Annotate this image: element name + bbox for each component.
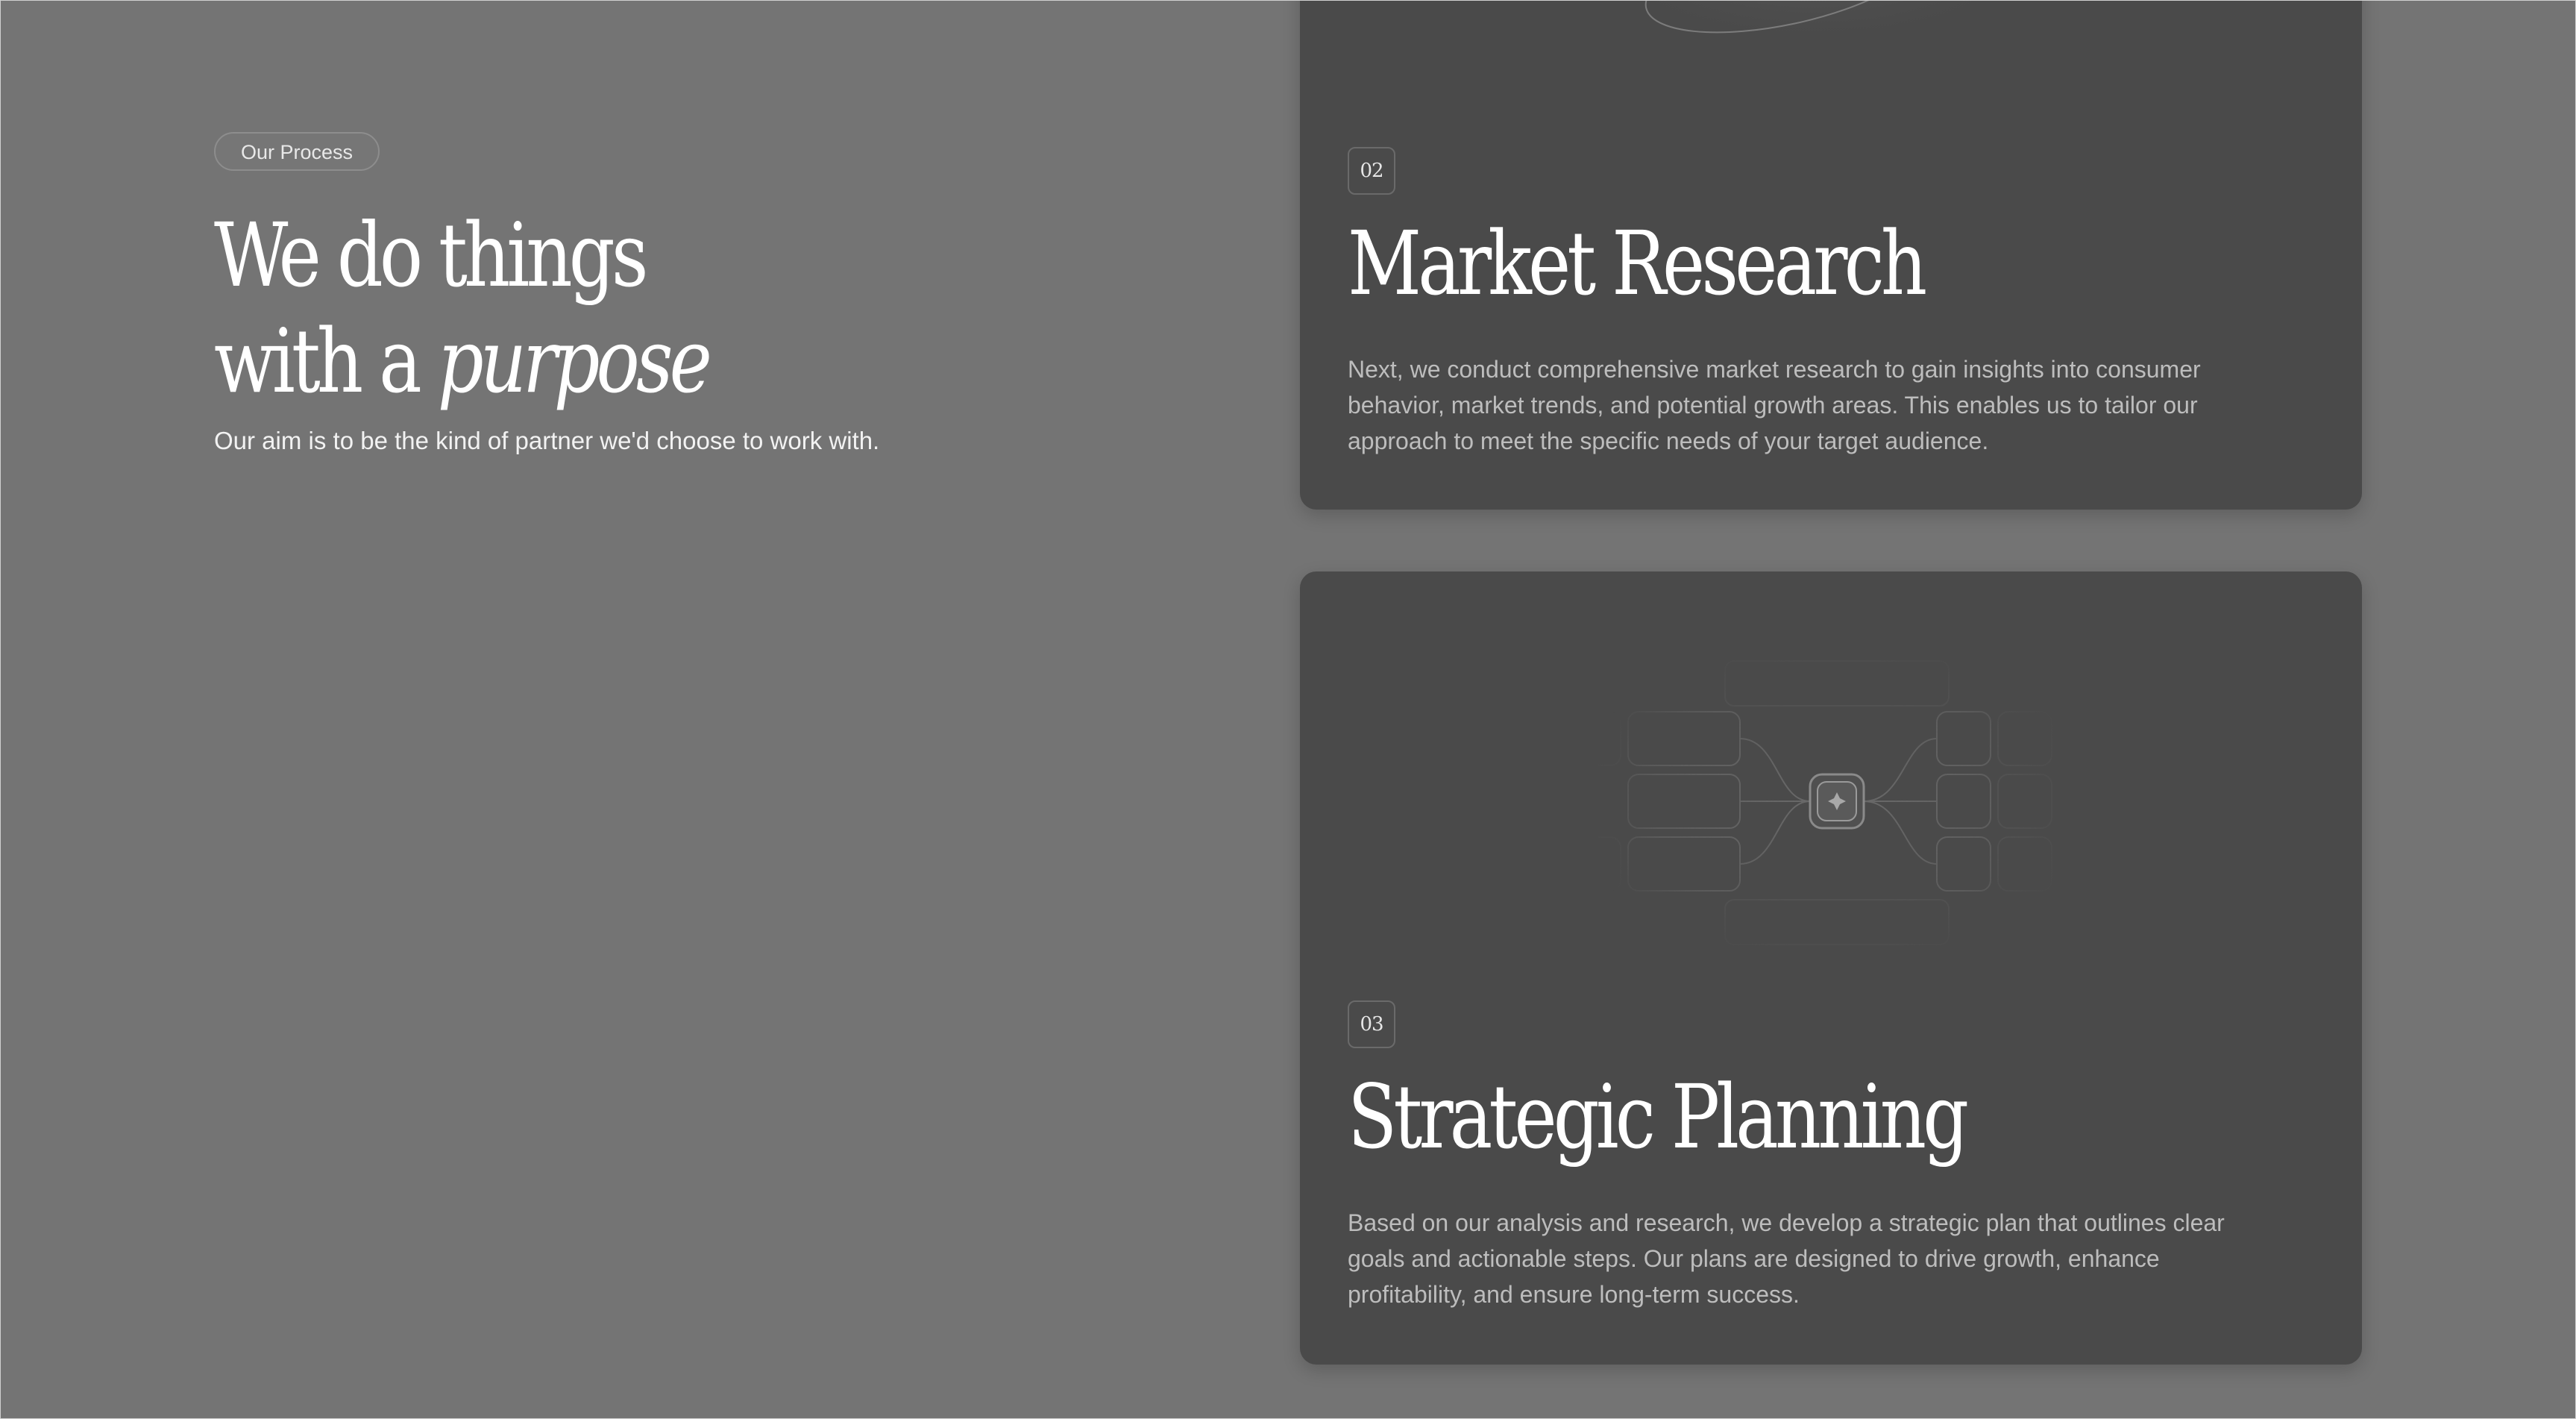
headline-line-2-prefix: with a	[214, 310, 438, 413]
process-section: Our Process We do things with a purpose …	[0, 0, 2576, 1419]
card-description: Based on our analysis and research, we d…	[1348, 1209, 2225, 1308]
card-title: Market Research	[1348, 212, 1927, 315]
orbit-illustration-icon	[1621, 1, 2008, 60]
section-badge: Our Process	[214, 132, 380, 171]
step-number-badge: 03	[1348, 1000, 1395, 1048]
headline-emphasis: purpose	[437, 310, 712, 413]
section-lead: Our aim is to be the kind of partner we'…	[214, 427, 880, 454]
process-card-strategic-planning: 03 Strategic Planning Based on our analy…	[1300, 571, 2362, 1365]
card-content: 02 Market Research Next, we conduct comp…	[1348, 147, 2228, 459]
card-title: Strategic Planning	[1348, 1065, 1969, 1168]
headline-line-1: We do things	[214, 204, 648, 307]
process-card-market-research: 02 Market Research Next, we conduct comp…	[1300, 1, 2362, 510]
process-intro: Our Process We do things with a purpose …	[214, 132, 1184, 457]
step-number-badge: 02	[1348, 147, 1395, 195]
card-description: Next, we conduct comprehensive market re…	[1348, 356, 2201, 454]
card-content: 03 Strategic Planning Based on our analy…	[1348, 1000, 2228, 1312]
section-headline: We do things with a purpose	[214, 202, 1009, 414]
mindmap-illustration-icon	[1598, 660, 2052, 945]
